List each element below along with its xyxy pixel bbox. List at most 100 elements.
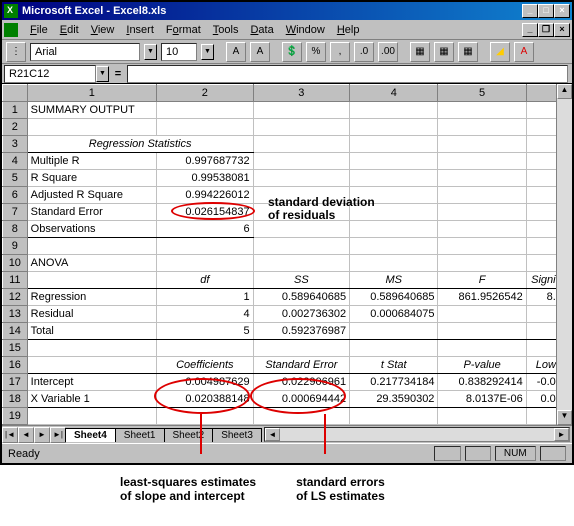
cell[interactable] xyxy=(253,136,350,153)
row-header[interactable]: 10 xyxy=(3,255,28,272)
cell[interactable]: 0.022906961 xyxy=(253,374,350,391)
cell[interactable]: 0.004987629 xyxy=(157,374,254,391)
cell[interactable]: SUMMARY OUTPUT xyxy=(27,102,156,119)
cell[interactable]: 0.997687732 xyxy=(157,153,254,170)
col-header[interactable]: 3 xyxy=(253,85,350,102)
cell[interactable]: 8.0137E-06 xyxy=(438,391,526,408)
cell[interactable]: Adjusted R Square xyxy=(27,187,156,204)
cell[interactable]: 0.000684075 xyxy=(350,306,438,323)
cell[interactable] xyxy=(157,255,254,272)
merge-icon[interactable]: ▦ xyxy=(410,42,430,62)
maximize-button[interactable]: □ xyxy=(538,4,554,18)
cell[interactable] xyxy=(350,408,438,425)
cell[interactable]: SS xyxy=(253,272,350,289)
menu-format[interactable]: Format xyxy=(160,22,207,38)
cell[interactable] xyxy=(438,153,526,170)
row-header[interactable]: 8 xyxy=(3,221,28,238)
row-header[interactable]: 4 xyxy=(3,153,28,170)
cell[interactable] xyxy=(253,238,350,255)
menu-edit[interactable]: Edit xyxy=(54,22,85,38)
minimize-button[interactable]: _ xyxy=(522,4,538,18)
sheet-tab[interactable]: Sheet3 xyxy=(212,428,262,442)
cell[interactable] xyxy=(350,102,438,119)
cell[interactable] xyxy=(438,187,526,204)
cell[interactable] xyxy=(157,238,254,255)
cell[interactable] xyxy=(438,119,526,136)
formula-bar[interactable] xyxy=(127,65,568,83)
cell[interactable]: R Square xyxy=(27,170,156,187)
fill-color-icon[interactable]: ◢ xyxy=(490,42,510,62)
cell[interactable]: P-value xyxy=(438,357,526,374)
row-header[interactable]: 9 xyxy=(3,238,28,255)
tab-nav-prev-icon[interactable]: ◄ xyxy=(18,427,34,443)
cell[interactable] xyxy=(438,255,526,272)
font-color-icon[interactable]: A xyxy=(514,42,534,62)
row-header[interactable]: 17 xyxy=(3,374,28,391)
menu-file[interactable]: File xyxy=(24,22,54,38)
cell[interactable]: Regression xyxy=(27,289,156,306)
cell[interactable]: Regression Statistics xyxy=(27,136,253,153)
cell[interactable]: 861.9526542 xyxy=(438,289,526,306)
cell[interactable] xyxy=(253,408,350,425)
cell[interactable]: t Stat xyxy=(350,357,438,374)
cell[interactable] xyxy=(27,238,156,255)
col-header[interactable]: 1 xyxy=(27,85,156,102)
font-size-select[interactable]: 10 xyxy=(161,43,197,61)
cell[interactable] xyxy=(350,153,438,170)
doc-restore-button[interactable]: ❐ xyxy=(538,23,554,37)
cell[interactable] xyxy=(253,204,350,221)
cell[interactable] xyxy=(350,119,438,136)
cell[interactable]: 5 xyxy=(157,323,254,340)
dec-decimal-icon[interactable]: .00 xyxy=(378,42,398,62)
font-grow-icon[interactable]: A xyxy=(226,42,246,62)
row-header[interactable]: 16 xyxy=(3,357,28,374)
corner-cell[interactable] xyxy=(3,85,28,102)
currency-icon[interactable]: 💲 xyxy=(282,42,302,62)
cell[interactable]: 0.217734184 xyxy=(350,374,438,391)
menu-insert[interactable]: Insert xyxy=(120,22,160,38)
worksheet-grid[interactable]: 1 2 3 4 5 1SUMMARY OUTPUT 2 3Regression … xyxy=(2,84,572,425)
cell[interactable] xyxy=(438,323,526,340)
grid-icon[interactable]: ▦ xyxy=(458,42,478,62)
cell[interactable] xyxy=(27,119,156,136)
cell[interactable]: 0.589640685 xyxy=(350,289,438,306)
cell[interactable] xyxy=(350,340,438,357)
cell[interactable]: 6 xyxy=(157,221,254,238)
row-header[interactable]: 2 xyxy=(3,119,28,136)
cell[interactable]: Residual xyxy=(27,306,156,323)
scroll-right-icon[interactable]: ► xyxy=(554,428,569,441)
cell[interactable]: Intercept xyxy=(27,374,156,391)
cell[interactable] xyxy=(253,340,350,357)
cell[interactable] xyxy=(253,119,350,136)
cell[interactable]: 1 xyxy=(157,289,254,306)
scroll-up-icon[interactable]: ▲ xyxy=(557,84,572,99)
cell[interactable]: Multiple R xyxy=(27,153,156,170)
tab-nav-next-icon[interactable]: ► xyxy=(34,427,50,443)
horizontal-scrollbar[interactable]: ◄ ► xyxy=(264,427,570,442)
cell[interactable] xyxy=(438,408,526,425)
col-header[interactable]: 4 xyxy=(350,85,438,102)
cell[interactable] xyxy=(438,238,526,255)
tab-nav-last-icon[interactable]: ►| xyxy=(50,427,66,443)
cell[interactable]: 29.3590302 xyxy=(350,391,438,408)
cell[interactable]: 0.020388148 xyxy=(157,391,254,408)
equals-icon[interactable]: = xyxy=(109,68,127,80)
col-header[interactable]: 2 xyxy=(157,85,254,102)
cell[interactable] xyxy=(27,357,156,374)
menu-view[interactable]: View xyxy=(85,22,121,38)
cell[interactable] xyxy=(253,170,350,187)
row-header[interactable]: 3 xyxy=(3,136,28,153)
cell[interactable] xyxy=(27,272,156,289)
scroll-left-icon[interactable]: ◄ xyxy=(265,428,280,441)
row-header[interactable]: 7 xyxy=(3,204,28,221)
row-header[interactable]: 13 xyxy=(3,306,28,323)
cell[interactable]: Coefficients xyxy=(157,357,254,374)
font-name-select[interactable]: Arial xyxy=(30,43,140,61)
row-header[interactable]: 5 xyxy=(3,170,28,187)
cell[interactable] xyxy=(438,136,526,153)
sheet-tab[interactable]: Sheet1 xyxy=(115,428,165,442)
menu-data[interactable]: Data xyxy=(244,22,279,38)
cell[interactable] xyxy=(438,221,526,238)
row-header[interactable]: 18 xyxy=(3,391,28,408)
cell[interactable]: Total xyxy=(27,323,156,340)
